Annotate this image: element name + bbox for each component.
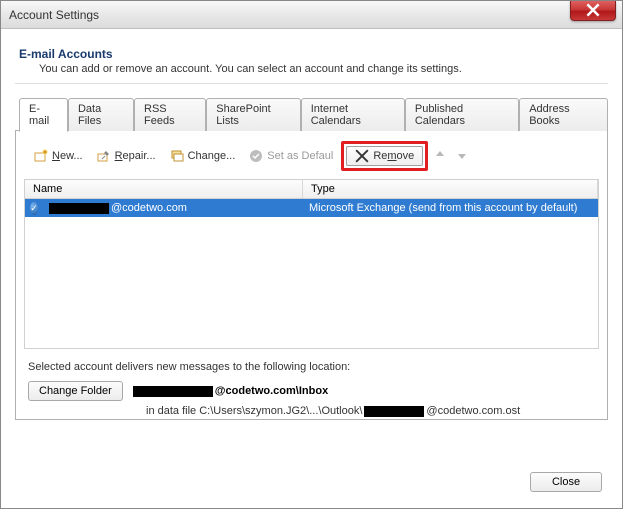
column-type[interactable]: Type — [303, 180, 598, 198]
repair-button[interactable]: Repair... — [91, 146, 162, 166]
tab-published-calendars[interactable]: Published Calendars — [405, 98, 519, 131]
account-settings-dialog: Account Settings E-mail Accounts You can… — [0, 0, 623, 509]
delivery-label: Selected account delivers new messages t… — [28, 361, 599, 373]
move-down-button — [452, 149, 472, 164]
repair-icon — [97, 149, 111, 163]
section-title: E-mail Accounts — [19, 47, 604, 61]
tabs: E-mail Data Files RSS Feeds SharePoint L… — [15, 98, 608, 131]
tab-panel-email: New... Repair... Change... — [15, 130, 608, 420]
account-email-cell: @codetwo.com — [43, 202, 303, 214]
set-default-button: Set as Defaul — [243, 146, 339, 166]
remove-button[interactable]: Remove — [346, 146, 423, 166]
redacted-text — [364, 406, 424, 417]
tab-rss-feeds[interactable]: RSS Feeds — [134, 98, 206, 131]
remove-highlight: Remove — [341, 141, 428, 171]
change-button[interactable]: Change... — [164, 146, 242, 166]
accounts-list-header: Name Type — [24, 179, 599, 199]
remove-icon — [355, 149, 369, 163]
tab-internet-calendars[interactable]: Internet Calendars — [301, 98, 405, 131]
window-close-button[interactable] — [570, 1, 616, 21]
section-subtitle: You can add or remove an account. You ca… — [39, 63, 604, 75]
titlebar: Account Settings — [1, 1, 622, 29]
change-icon — [170, 149, 184, 163]
column-name[interactable]: Name — [25, 180, 303, 198]
divider — [15, 83, 608, 84]
tab-email[interactable]: E-mail — [19, 98, 68, 132]
tab-sharepoint-lists[interactable]: SharePoint Lists — [206, 98, 300, 131]
delivery-datafile: in data file C:\Users\szymon.JG2\...\Out… — [146, 405, 599, 417]
change-folder-button[interactable]: Change Folder — [28, 381, 123, 401]
move-up-button — [430, 149, 450, 164]
accounts-list[interactable]: ✓ @codetwo.com Microsoft Exchange (send … — [24, 199, 599, 349]
check-circle-icon — [249, 149, 263, 163]
tab-address-books[interactable]: Address Books — [519, 98, 608, 131]
toolbar: New... Repair... Change... — [24, 139, 599, 179]
close-button[interactable]: Close — [530, 472, 602, 492]
delivery-location: @codetwo.com\Inbox — [133, 385, 328, 397]
account-row[interactable]: ✓ @codetwo.com Microsoft Exchange (send … — [25, 199, 598, 217]
redacted-text — [133, 386, 213, 397]
tab-data-files[interactable]: Data Files — [68, 98, 134, 131]
window-title: Account Settings — [9, 8, 99, 22]
account-type-cell: Microsoft Exchange (send from this accou… — [303, 202, 598, 214]
new-icon — [34, 149, 48, 163]
close-icon — [586, 3, 600, 17]
default-account-icon: ✓ — [25, 202, 43, 215]
redacted-text — [49, 203, 109, 214]
new-button[interactable]: New... — [28, 146, 89, 166]
